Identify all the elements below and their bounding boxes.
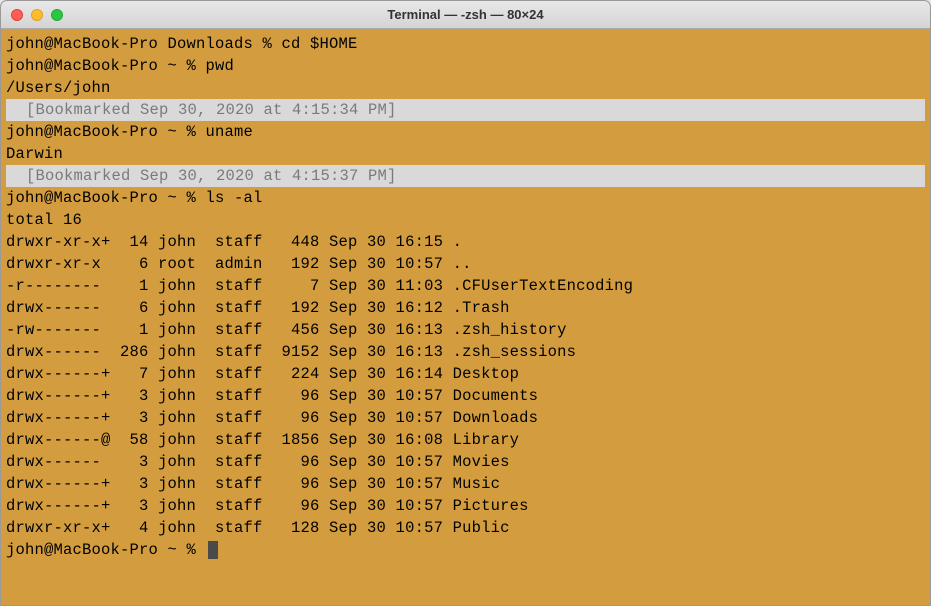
terminal-line: drwx------+ 3 john staff 96 Sep 30 10:57…	[6, 473, 925, 495]
terminal-line: total 16	[6, 209, 925, 231]
prompt-text: john@MacBook-Pro ~ %	[6, 541, 206, 559]
terminal-line: -rw------- 1 john staff 456 Sep 30 16:13…	[6, 319, 925, 341]
minimize-button[interactable]	[31, 9, 43, 21]
terminal-line: -r-------- 1 john staff 7 Sep 30 11:03 .…	[6, 275, 925, 297]
terminal-line: drwx------+ 3 john staff 96 Sep 30 10:57…	[6, 407, 925, 429]
terminal-line: Darwin	[6, 143, 925, 165]
terminal-line: drwx------+ 7 john staff 224 Sep 30 16:1…	[6, 363, 925, 385]
terminal-content[interactable]: john@MacBook-Pro Downloads % cd $HOMEjoh…	[1, 29, 930, 565]
bookmark-line: [Bookmarked Sep 30, 2020 at 4:15:37 PM]	[6, 165, 925, 187]
traffic-lights	[1, 9, 63, 21]
maximize-button[interactable]	[51, 9, 63, 21]
terminal-line: drwx------ 3 john staff 96 Sep 30 10:57 …	[6, 451, 925, 473]
terminal-line: john@MacBook-Pro ~ % ls -al	[6, 187, 925, 209]
prompt-line[interactable]: john@MacBook-Pro ~ %	[6, 539, 925, 561]
window-title: Terminal — -zsh — 80×24	[1, 7, 930, 22]
terminal-line: drwxr-xr-x+ 4 john staff 128 Sep 30 10:5…	[6, 517, 925, 539]
cursor	[208, 541, 218, 559]
titlebar: Terminal — -zsh — 80×24	[1, 1, 930, 29]
terminal-line: drwx------+ 3 john staff 96 Sep 30 10:57…	[6, 495, 925, 517]
close-button[interactable]	[11, 9, 23, 21]
terminal-line: john@MacBook-Pro Downloads % cd $HOME	[6, 33, 925, 55]
terminal-line: john@MacBook-Pro ~ % uname	[6, 121, 925, 143]
terminal-line: drwx------@ 58 john staff 1856 Sep 30 16…	[6, 429, 925, 451]
terminal-window: Terminal — -zsh — 80×24 john@MacBook-Pro…	[0, 0, 931, 606]
terminal-line: /Users/john	[6, 77, 925, 99]
terminal-line: john@MacBook-Pro ~ % pwd	[6, 55, 925, 77]
terminal-line: drwxr-xr-x 6 root admin 192 Sep 30 10:57…	[6, 253, 925, 275]
terminal-line: drwx------ 6 john staff 192 Sep 30 16:12…	[6, 297, 925, 319]
bookmark-line: [Bookmarked Sep 30, 2020 at 4:15:34 PM]	[6, 99, 925, 121]
terminal-line: drwx------ 286 john staff 9152 Sep 30 16…	[6, 341, 925, 363]
terminal-line: drwxr-xr-x+ 14 john staff 448 Sep 30 16:…	[6, 231, 925, 253]
terminal-line: drwx------+ 3 john staff 96 Sep 30 10:57…	[6, 385, 925, 407]
